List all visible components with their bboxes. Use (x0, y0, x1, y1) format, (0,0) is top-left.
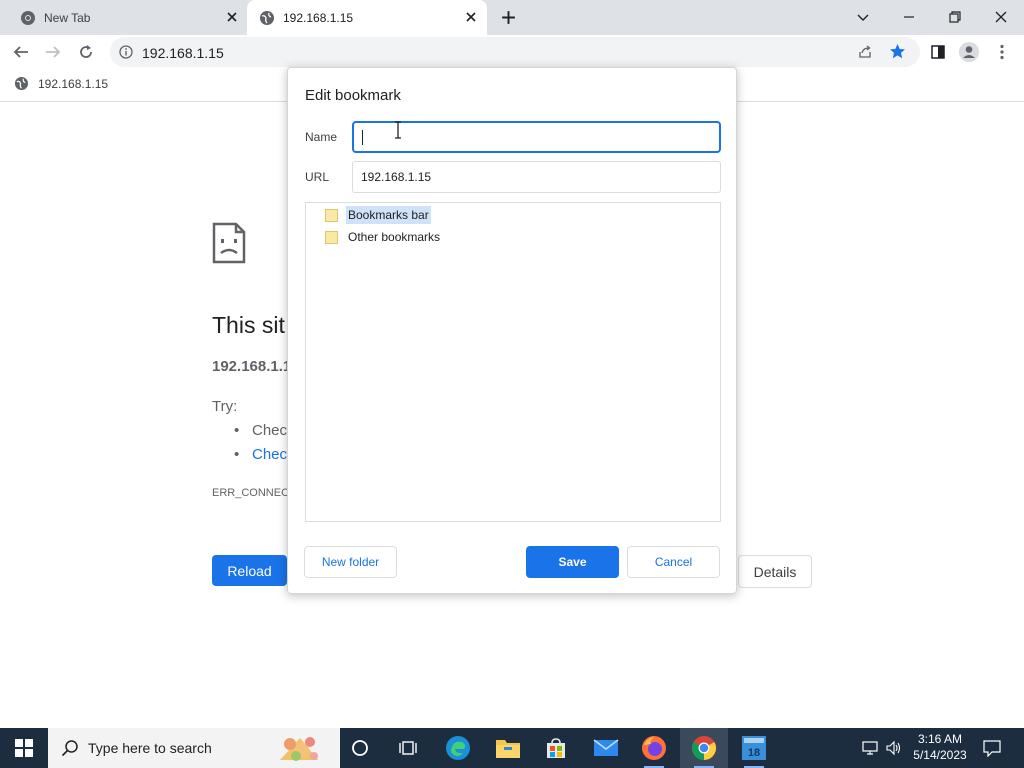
mail-icon (593, 739, 619, 756)
system-clock[interactable]: 3:16 AM 5/14/2023 (905, 731, 975, 763)
error-host: 192.168.1.1 (212, 358, 292, 375)
restore-icon[interactable] (946, 8, 964, 26)
back-arrow-icon[interactable] (12, 43, 30, 61)
folder-icon (496, 740, 520, 758)
network-icon[interactable] (862, 740, 880, 756)
chrome-icon (21, 10, 35, 25)
try-label: Try: (212, 398, 238, 415)
tab-title: New Tab (44, 10, 91, 25)
firefox-icon (642, 736, 666, 760)
task-view-button[interactable] (384, 728, 432, 768)
site-info-icon[interactable] (119, 45, 133, 59)
folder-icon (325, 230, 338, 244)
edge-icon (446, 736, 470, 760)
url-input[interactable]: 192.168.1.15 (352, 161, 721, 193)
chrome-icon (691, 736, 717, 760)
globe-icon (14, 76, 29, 91)
reload-button[interactable]: Reload (212, 555, 287, 586)
close-tab-icon[interactable] (463, 9, 479, 25)
minimize-icon[interactable] (900, 8, 918, 26)
taskbar-search-box[interactable]: Type here to search (48, 728, 340, 768)
tab-search-chevron-icon[interactable] (854, 8, 872, 26)
taskbar-file-explorer[interactable] (484, 728, 532, 768)
folder-icon (325, 208, 338, 222)
error-code: ERR_CONNECT (212, 487, 296, 499)
tab-strip: New Tab 192.168.1.15 (0, 0, 1024, 35)
name-label: Name (305, 130, 338, 144)
name-input[interactable] (352, 121, 721, 153)
share-icon[interactable] (857, 44, 873, 60)
windows-taskbar: Type here to search 18 3:16 AM 5/14/2023 (0, 728, 1024, 768)
text-caret (362, 129, 363, 145)
error-title: This sit (212, 312, 285, 338)
taskbar-app-calendar[interactable]: 18 (730, 728, 778, 768)
taskbar-mail[interactable] (582, 728, 630, 768)
edit-bookmark-dialog: Edit bookmark Name URL 192.168.1.15 Book… (287, 67, 737, 594)
bookmark-label: 192.168.1.15 (38, 76, 109, 91)
calendar-app-icon: 18 (742, 736, 766, 760)
browser-toolbar: 192.168.1.15 (0, 35, 1024, 69)
taskbar-firefox[interactable] (630, 728, 678, 768)
address-text: 192.168.1.15 (142, 45, 224, 61)
sad-document-icon (212, 222, 246, 264)
url-label: URL (305, 170, 330, 184)
tab-active-site[interactable]: 192.168.1.15 (247, 0, 487, 35)
forward-arrow-icon[interactable] (44, 43, 62, 61)
url-input-value: 192.168.1.15 (361, 170, 432, 184)
menu-kebab-icon[interactable] (993, 43, 1011, 61)
taskbar-store[interactable] (532, 728, 580, 768)
details-button[interactable]: Details (738, 555, 812, 588)
search-placeholder: Type here to search (88, 740, 212, 756)
address-bar[interactable]: 192.168.1.15 (110, 37, 920, 67)
search-highlight-flowers-icon (280, 737, 318, 761)
folder-item-bookmarks-bar[interactable]: Bookmarks bar (325, 206, 431, 224)
notifications-icon[interactable] (983, 739, 1001, 757)
side-panel-icon[interactable] (929, 43, 947, 61)
cancel-button[interactable]: Cancel (627, 546, 720, 578)
close-window-icon[interactable] (992, 8, 1010, 26)
close-tab-icon[interactable] (224, 9, 240, 25)
reload-icon[interactable] (77, 43, 95, 61)
folder-item-other-bookmarks[interactable]: Other bookmarks (325, 228, 442, 246)
suggestion-item: Check (234, 422, 295, 439)
cortana-circle-icon (352, 740, 368, 756)
bookmark-star-icon[interactable] (889, 43, 906, 60)
taskbar-chrome[interactable] (680, 728, 728, 768)
windows-logo-icon (15, 739, 33, 757)
task-view-icon (399, 741, 417, 755)
app-badge: 18 (748, 747, 760, 759)
profile-avatar-icon[interactable] (958, 41, 980, 63)
store-icon (547, 738, 565, 758)
search-icon (61, 740, 78, 757)
volume-icon[interactable] (885, 740, 903, 756)
new-tab-plus-icon[interactable] (500, 9, 517, 26)
dialog-title: Edit bookmark (305, 87, 401, 104)
ibeam-cursor-icon (395, 121, 401, 139)
folder-label: Other bookmarks (348, 230, 441, 244)
folder-tree[interactable]: Bookmarks bar Other bookmarks (305, 202, 721, 522)
globe-icon (260, 10, 274, 25)
start-button[interactable] (0, 728, 48, 768)
folder-label: Bookmarks bar (346, 206, 431, 224)
bookmark-item[interactable]: 192.168.1.15 (14, 76, 108, 91)
tab-title: 192.168.1.15 (283, 10, 354, 25)
clock-date: 5/14/2023 (913, 748, 967, 762)
clock-time: 3:16 AM (917, 732, 963, 746)
new-folder-button[interactable]: New folder (304, 546, 397, 578)
suggestion-link[interactable]: Check (234, 446, 295, 463)
cortana-button[interactable] (336, 728, 384, 768)
tab-new-tab[interactable]: New Tab (0, 0, 246, 35)
save-button[interactable]: Save (526, 546, 619, 578)
taskbar-edge[interactable] (434, 728, 482, 768)
